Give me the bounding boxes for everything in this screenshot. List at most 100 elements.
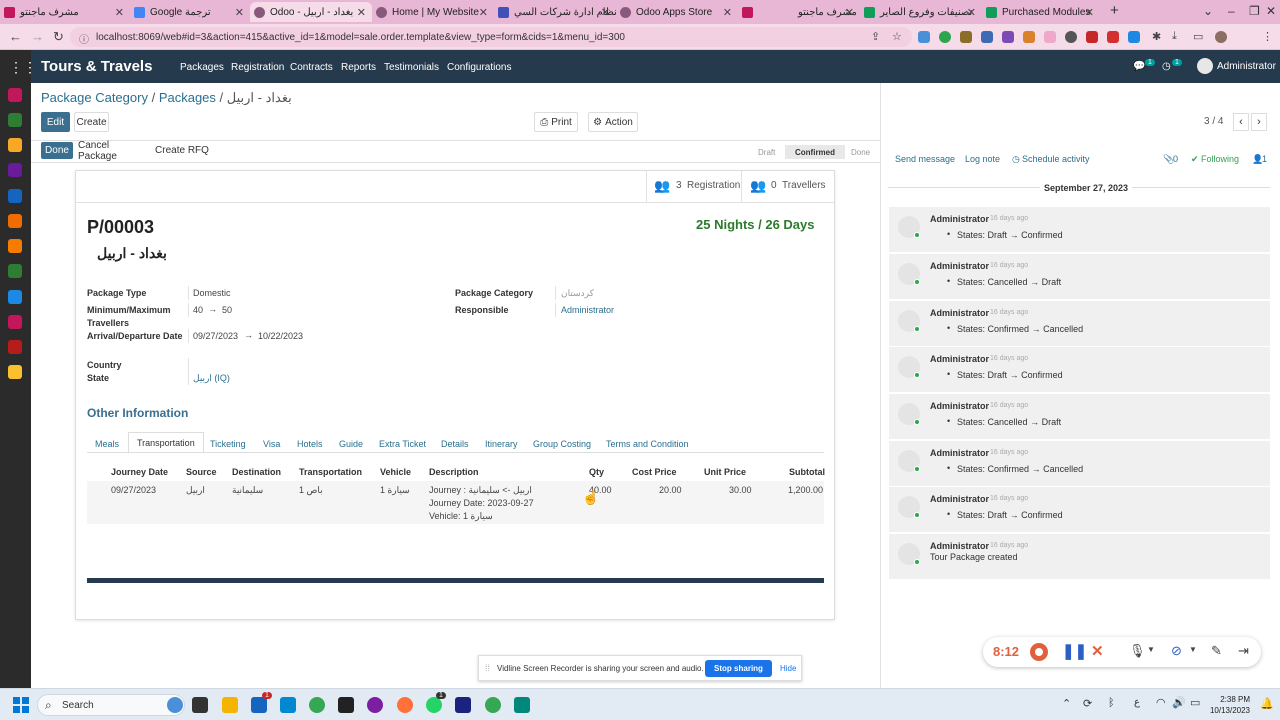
send-message-button[interactable]: Send message [895,154,955,164]
pager-prev-icon[interactable]: ‹ [1233,113,1249,131]
pager-value[interactable]: 3 / 4 [1204,116,1223,127]
action-button[interactable]: ⚙ Action [588,112,638,132]
cell-subtotal[interactable]: 1,200.00 [788,485,823,495]
tab-itinerary[interactable]: Itinerary [485,436,518,452]
more-options-icon[interactable]: ⋮ [1262,30,1273,43]
app-icon[interactable] [8,163,22,177]
extension-icon[interactable] [1107,31,1119,43]
reload-icon[interactable]: ↻ [53,29,64,45]
close-tab-icon[interactable]: ✕ [357,6,366,19]
extension-icon[interactable] [981,31,993,43]
cell-vehicle[interactable]: سيارة 1 [380,485,410,496]
registration-smart-button[interactable]: Registration [687,180,740,191]
profile-avatar[interactable] [1215,31,1227,43]
create-rfq-button[interactable]: Create RFQ [155,142,209,159]
browser-tab[interactable]: مشرف ماجنتو ✕ [738,2,860,22]
message-author[interactable]: Administrator [930,541,989,551]
browser-tab[interactable]: Purchased Modules ✕ [982,2,1100,22]
travellers-smart-button[interactable]: Travellers [782,180,826,191]
close-tab-icon[interactable]: ✕ [115,6,124,19]
app-icon[interactable] [455,697,471,713]
app-icon[interactable] [338,697,354,713]
message-author[interactable]: Administrator [930,494,989,504]
apps-grid-icon[interactable]: ⋮⋮ [9,59,37,76]
taskbar-clock[interactable]: 2:38 PM 10/13/2023 [1208,694,1250,716]
cancel-icon[interactable]: ✕ [1091,642,1104,660]
create-button[interactable]: Create [74,112,109,132]
volume-icon[interactable]: 🔊 [1172,696,1186,709]
chevron-down-icon[interactable]: ▼ [1189,645,1197,654]
extension-icon[interactable] [1002,31,1014,43]
stage-confirmed[interactable]: Confirmed [785,145,845,159]
tab-terms-and-condition[interactable]: Terms and Condition [606,436,689,452]
app-icon[interactable] [8,264,22,278]
app-icon[interactable] [8,315,22,329]
browser-tab[interactable]: Google ترجمة ✕ [130,2,250,22]
menu-testimonials[interactable]: Testimonials [384,62,439,73]
close-tab-icon[interactable]: ✕ [723,6,732,19]
chevron-up-icon[interactable]: ⌃ [1062,697,1071,710]
whatsapp-icon[interactable] [426,697,442,713]
app-icon[interactable] [8,340,22,354]
bluetooth-icon[interactable]: ᛒ [1108,697,1115,709]
message-author[interactable]: Administrator [930,448,989,458]
column-header[interactable]: Unit Price [704,467,746,477]
close-tab-icon[interactable]: ✕ [967,6,976,19]
extension-icon[interactable] [1065,31,1077,43]
wifi-icon[interactable]: ◠ [1156,696,1166,709]
app-icon[interactable] [8,138,22,152]
stop-sharing-button[interactable]: Stop sharing [705,660,772,677]
column-header[interactable]: Destination [232,467,281,477]
following-button[interactable]: Following [1201,154,1239,164]
extension-icon[interactable] [918,31,930,43]
max-travellers-value[interactable]: 50 [222,305,232,315]
column-header[interactable]: Transportation [299,467,362,477]
cell-source[interactable]: اربيل [186,485,205,496]
breadcrumb-package-category[interactable]: Package Category [41,90,148,105]
tab-ticketing[interactable]: Ticketing [210,436,246,452]
hide-button[interactable]: Hide [780,664,796,673]
followers-count[interactable]: 1 [1262,154,1267,164]
download-icon[interactable]: ⤓ [1172,30,1177,43]
package-type-value[interactable]: Domestic [193,288,231,298]
menu-registration[interactable]: Registration [231,62,284,73]
cell-journey-date[interactable]: 09/27/2023 [111,485,156,495]
app-icon[interactable] [8,113,22,127]
microphone-icon[interactable]: 🎙 [1129,643,1146,659]
extension-icon[interactable] [1128,31,1140,43]
cell-description-line[interactable]: Journey Date: 2023-09-27 [429,498,534,508]
pause-icon[interactable]: ❚❚ [1062,642,1087,660]
cell-description-line[interactable]: Vehicle: سيارة 1 [429,511,493,522]
travellers-count[interactable]: 0 [771,180,777,191]
tab-hotels[interactable]: Hotels [297,436,323,452]
stage-draft[interactable]: Draft [758,145,775,159]
tab-transportation[interactable]: Transportation [128,432,204,453]
state-value[interactable]: اربيل (IQ) [193,373,230,384]
log-note-button[interactable]: Log note [965,154,1000,164]
copilot-icon[interactable] [167,697,183,713]
back-icon[interactable]: ← [9,29,22,44]
column-header[interactable]: Description [429,467,479,477]
browser-tab[interactable]: مشرف ماجنتو ✕ [0,2,130,22]
close-tab-icon[interactable]: ✕ [601,6,610,19]
extension-icon[interactable] [1086,31,1098,43]
column-header[interactable]: Cost Price [632,467,677,477]
cell-destination[interactable]: سليمانية [232,485,263,496]
pager-next-icon[interactable]: › [1251,113,1267,131]
close-window-icon[interactable]: ✕ [1266,4,1276,18]
chrome-icon[interactable] [309,697,325,713]
close-tab-icon[interactable]: ✕ [479,6,488,19]
cell-transportation[interactable]: باص 1 [299,485,323,496]
extensions-puzzle-icon[interactable]: ✱ [1152,30,1161,43]
battery-icon[interactable]: ▭ [1190,696,1200,709]
user-menu[interactable]: Administrator [1217,61,1276,72]
departure-date-value[interactable]: 10/22/2023 [258,331,303,341]
url-input[interactable]: ⓘ localhost:8069/web#id=3&action=415&acti… [70,27,912,47]
browser-tab-active[interactable]: Odoo - بغداد - اربيل ✕ [250,2,372,22]
arrival-date-value[interactable]: 09/27/2023 [193,331,238,341]
registration-count[interactable]: 3 [676,180,682,191]
bookmark-star-icon[interactable]: ☆ [892,30,902,43]
app-icon[interactable] [8,365,22,379]
menu-reports[interactable]: Reports [341,62,376,73]
user-avatar[interactable] [1197,58,1213,74]
